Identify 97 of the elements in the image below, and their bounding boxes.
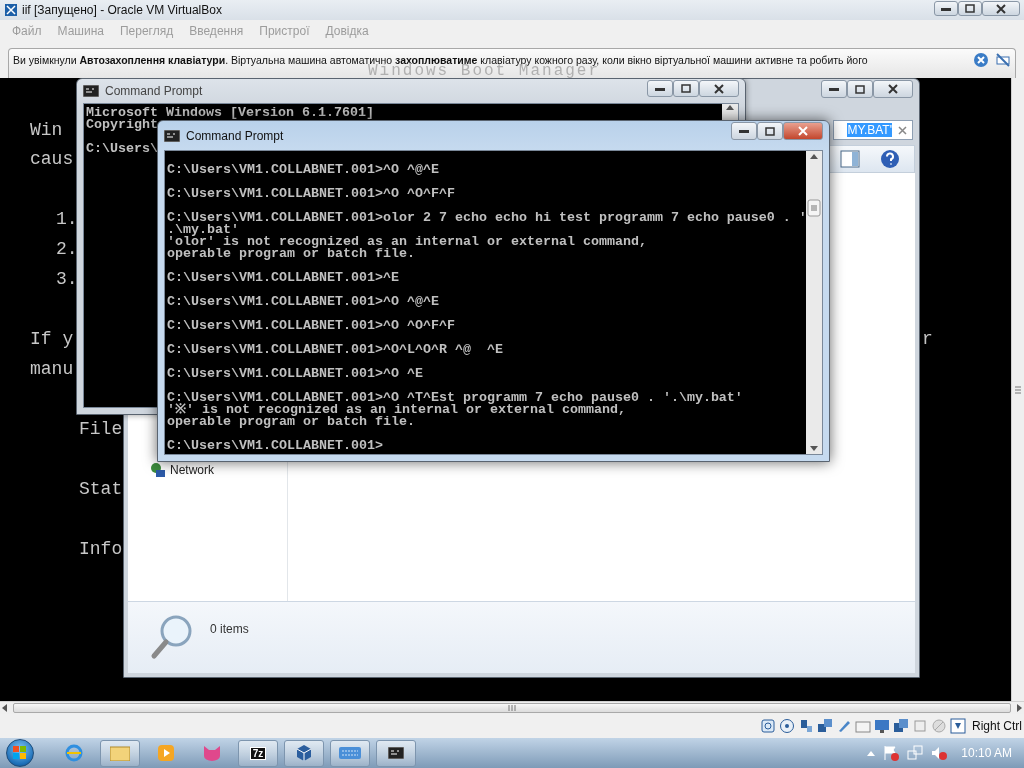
boot-text: Win xyxy=(30,119,63,141)
keyboard-off-icon[interactable] xyxy=(995,52,1011,68)
boot-menu-option: Info xyxy=(79,538,123,560)
minimize-icon xyxy=(739,129,749,133)
minimize-button[interactable] xyxy=(647,80,673,97)
globe-icon xyxy=(65,744,83,762)
grip-icon xyxy=(508,705,516,711)
help-icon[interactable] xyxy=(880,149,900,169)
console-line: C:\Users\VM1.COLLABNET.001>^O ^@^E xyxy=(167,296,440,308)
console-line: C:\Users\VM1.COLLABNET.001>^O ^E xyxy=(167,368,424,380)
taskbar-button[interactable] xyxy=(376,739,416,767)
console-line: Copyright xyxy=(86,119,159,131)
maximize-icon xyxy=(765,126,775,136)
minimize-icon xyxy=(655,86,665,91)
console-line: C:\Users\VM1.COLLABNET.001>^O^L^O^R ^@ ^E xyxy=(167,344,504,356)
maximize-icon xyxy=(681,84,691,93)
console-icon xyxy=(388,747,404,759)
scroll-thumb[interactable] xyxy=(13,703,1011,713)
close-icon xyxy=(798,126,808,136)
boot-text: If y xyxy=(30,328,74,350)
clock[interactable]: 10:10 AM xyxy=(961,746,1012,760)
console-line: operable program or batch file. xyxy=(167,416,416,428)
window-title: iif [Запущено] - Oracle VM VirtualBox xyxy=(22,3,223,17)
boot-text: 2. xyxy=(56,238,78,260)
boot-menu-option: File xyxy=(79,418,123,440)
boot-text: caus xyxy=(30,148,74,170)
archiver-label: 7z xyxy=(249,746,267,760)
start-button[interactable] xyxy=(6,739,34,767)
pencil-icon[interactable] xyxy=(836,718,852,734)
console-line: C:\Users\VM1.COLLABNET.001> xyxy=(167,440,384,452)
close-button[interactable] xyxy=(783,122,823,140)
scroll-grip-icon[interactable] xyxy=(1014,384,1022,395)
console-line: C:\Users\VM1.COLLABNET.001>^O ^O^F^F xyxy=(167,320,456,332)
scroll-right-icon[interactable] xyxy=(1017,704,1022,712)
close-button[interactable] xyxy=(982,1,1020,16)
flag-icon[interactable] xyxy=(883,745,900,761)
console-line: C:\Users\VM1.COLLABNET.001>olor 2 7 echo echo hi test programm 7 echo pause0 . ' xyxy=(167,212,804,224)
console-line: Microsoft Windows [Version 6.1.7601] xyxy=(86,107,375,119)
close-button[interactable] xyxy=(699,80,739,97)
cat-icon xyxy=(202,745,222,761)
network-icon[interactable] xyxy=(817,718,833,734)
boot-text: manu xyxy=(30,358,74,380)
nav-item-label: Network xyxy=(170,463,214,477)
app-icon xyxy=(4,3,18,17)
maximize-button[interactable] xyxy=(847,80,873,98)
scroll-thumb[interactable] xyxy=(807,199,821,218)
maximize-button[interactable] xyxy=(757,122,783,140)
close-icon[interactable] xyxy=(973,52,989,68)
play-icon xyxy=(157,744,175,762)
disc-icon[interactable] xyxy=(779,718,795,734)
boot-text: 3. xyxy=(56,268,78,290)
minimize-icon xyxy=(829,87,839,91)
scroll-up-icon[interactable] xyxy=(726,104,734,110)
console-line: C:\Users\VM1.COLLABNET.001>^O ^T^Est programm 7 echo pause0 . '.\my.bat' xyxy=(167,392,744,404)
cube-icon xyxy=(295,744,313,762)
close-icon xyxy=(898,125,907,135)
host-key-label: Right Ctrl xyxy=(972,719,1022,733)
scroll-left-icon[interactable] xyxy=(2,704,7,712)
speaker-muted-icon[interactable] xyxy=(931,745,948,761)
window-title: Command Prompt xyxy=(105,84,204,98)
close-icon xyxy=(996,3,1006,14)
boot-menu-option: Stat xyxy=(79,478,123,500)
windows-logo-icon xyxy=(13,746,27,760)
console-line: C:\Users\VM1.COLLABNET.001>^O ^@^E xyxy=(167,164,440,176)
minimize-button[interactable] xyxy=(821,80,847,98)
boot-text: r xyxy=(922,328,933,350)
maximize-button[interactable] xyxy=(958,1,982,16)
taskbar-button[interactable]: 7z xyxy=(238,739,278,767)
console-line: C:\Users\ xyxy=(86,143,159,155)
address-field[interactable]: MY.BAT' xyxy=(833,120,913,140)
window-title: Command Prompt xyxy=(186,128,285,143)
console-line: C:\Users\VM1.COLLABNET.001>^O ^O^F^F xyxy=(167,188,456,200)
maximize-icon xyxy=(855,84,865,94)
maximize-icon xyxy=(965,4,975,13)
maximize-button[interactable] xyxy=(673,80,699,97)
clear-button[interactable] xyxy=(898,125,907,135)
console-line: 'olor' is not recognized as an internal or external command, xyxy=(167,236,648,248)
selected-text: MY.BAT' xyxy=(847,123,892,137)
nav-item[interactable]: Network xyxy=(150,462,287,478)
keyboard-icon xyxy=(339,747,361,759)
close-icon xyxy=(888,84,898,94)
boot-text: 1. xyxy=(56,208,78,230)
console-line: C:\Users\VM1.COLLABNET.001>^E xyxy=(167,272,400,284)
minimize-button[interactable] xyxy=(731,122,757,140)
item-count: 0 items xyxy=(210,622,249,636)
search-icon xyxy=(150,614,194,660)
minimize-icon xyxy=(941,6,951,11)
close-icon xyxy=(714,83,724,94)
console-line: .\my.bat' xyxy=(167,224,240,236)
console-icon xyxy=(83,85,99,97)
monitor-icon[interactable] xyxy=(874,718,890,734)
console-line: '※' is not recognized as an internal or external command, xyxy=(167,404,626,416)
close-button[interactable] xyxy=(873,80,913,98)
console-line: operable program or batch file. xyxy=(167,248,416,260)
console-icon xyxy=(164,129,180,142)
globe-icon xyxy=(150,462,166,478)
minimize-button[interactable] xyxy=(934,1,958,16)
